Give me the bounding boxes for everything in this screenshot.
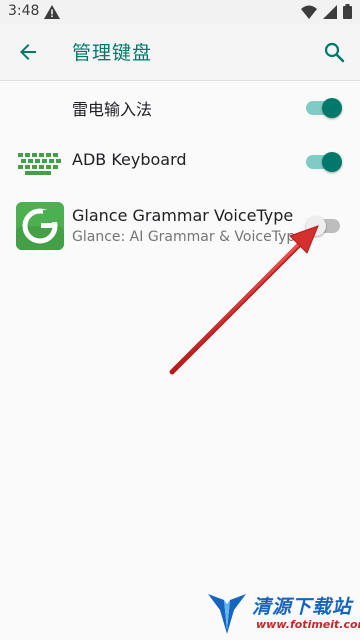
keyboard-subtitle: Glance: AI Grammar & VoiceType bbox=[72, 229, 304, 245]
back-arrow-icon[interactable] bbox=[16, 40, 40, 64]
keyboard-icon bbox=[16, 142, 64, 182]
signal-icon bbox=[323, 4, 337, 23]
keyboard-title: 雷电输入法 bbox=[72, 100, 153, 119]
keyboard-toggle-switch[interactable] bbox=[306, 152, 342, 172]
keyboard-item-glance[interactable]: Glance Grammar VoiceType Glance: AI Gram… bbox=[0, 198, 360, 254]
battery-icon bbox=[343, 4, 352, 23]
status-time: 3:48 bbox=[8, 3, 40, 19]
wifi-icon bbox=[301, 4, 317, 23]
switch-thumb bbox=[322, 152, 342, 172]
watermark-logo: 清源下载站 www.fotimeit.com bbox=[204, 590, 360, 636]
page-title: 管理键盘 bbox=[72, 42, 153, 64]
watermark-text: 清源下载站 bbox=[252, 596, 353, 618]
app-bar: 管理键盘 bbox=[0, 24, 360, 81]
switch-thumb bbox=[322, 98, 342, 118]
status-bar: 3:48 bbox=[0, 0, 360, 24]
keyboard-toggle-switch[interactable] bbox=[306, 98, 342, 118]
keyboard-title: ADB Keyboard bbox=[72, 150, 187, 169]
alert-icon bbox=[44, 4, 60, 23]
keyboard-toggle-switch[interactable] bbox=[306, 216, 342, 236]
switch-thumb bbox=[306, 216, 326, 236]
glance-logo-icon bbox=[16, 202, 64, 250]
keyboard-title: Glance Grammar VoiceType bbox=[72, 206, 294, 225]
keyboard-item-adb[interactable]: ADB Keyboard bbox=[0, 134, 360, 190]
status-icons bbox=[301, 4, 352, 23]
watermark-emblem-icon bbox=[208, 594, 246, 634]
keyboard-item-leidian[interactable]: 雷电输入法 bbox=[0, 80, 360, 136]
search-icon[interactable] bbox=[322, 40, 346, 64]
watermark-url: www.fotimeit.com bbox=[256, 618, 360, 631]
